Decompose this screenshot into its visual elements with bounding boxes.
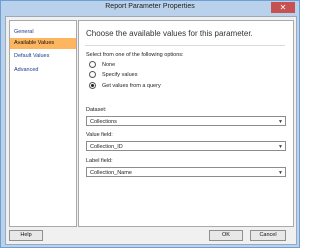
sidebar-item-advanced[interactable]: Advanced <box>10 65 76 76</box>
dataset-label: Dataset: <box>86 107 107 113</box>
ok-button[interactable]: OK <box>209 230 243 241</box>
option-none[interactable]: None <box>89 61 115 68</box>
options-prompt: Select from one of the following options… <box>86 52 184 58</box>
value-field-value: Collection_ID <box>90 144 123 150</box>
value-field-select[interactable]: Collection_ID ▼ <box>86 141 286 151</box>
option-none-label: None <box>102 61 116 68</box>
window-title: Report Parameter Properties <box>105 3 195 10</box>
close-button[interactable]: ✕ <box>271 2 295 13</box>
title-bar[interactable]: Report Parameter Properties ✕ <box>1 1 299 15</box>
option-get-values-query[interactable]: Get values from a query <box>89 82 161 89</box>
cancel-button[interactable]: Cancel <box>250 230 286 241</box>
chevron-down-icon: ▼ <box>278 170 283 176</box>
radio-get-values-query[interactable] <box>89 82 96 89</box>
sidebar-item-default-values[interactable]: Default Values <box>10 51 76 62</box>
label-field-label: Label field: <box>86 158 113 164</box>
chevron-down-icon: ▼ <box>278 119 283 125</box>
close-icon: ✕ <box>279 3 287 12</box>
sidebar-item-available-values[interactable]: Available Values <box>10 38 76 49</box>
dialog-client: General Available Values Default Values … <box>5 16 297 245</box>
heading-divider <box>85 45 285 46</box>
dataset-value: Collections <box>90 119 117 125</box>
label-field-select[interactable]: Collection_Name ▼ <box>86 167 286 177</box>
sidebar-item-general[interactable]: General <box>10 27 76 38</box>
dialog-window: Report Parameter Properties ✕ General Av… <box>0 0 300 248</box>
value-field-label: Value field: <box>86 132 113 138</box>
main-panel: Choose the available values for this par… <box>78 20 294 227</box>
label-field-value: Collection_Name <box>90 170 132 176</box>
radio-none[interactable] <box>89 61 96 68</box>
option-get-values-query-label: Get values from a query <box>102 82 161 89</box>
dataset-select[interactable]: Collections ▼ <box>86 116 286 126</box>
chevron-down-icon: ▼ <box>278 144 283 150</box>
option-specify-values-label: Specify values <box>102 71 138 78</box>
page-heading: Choose the available values for this par… <box>86 29 253 38</box>
help-button[interactable]: Help <box>9 230 43 241</box>
sidebar: General Available Values Default Values … <box>9 20 77 227</box>
option-specify-values[interactable]: Specify values <box>89 71 137 78</box>
radio-specify-values[interactable] <box>89 71 96 78</box>
